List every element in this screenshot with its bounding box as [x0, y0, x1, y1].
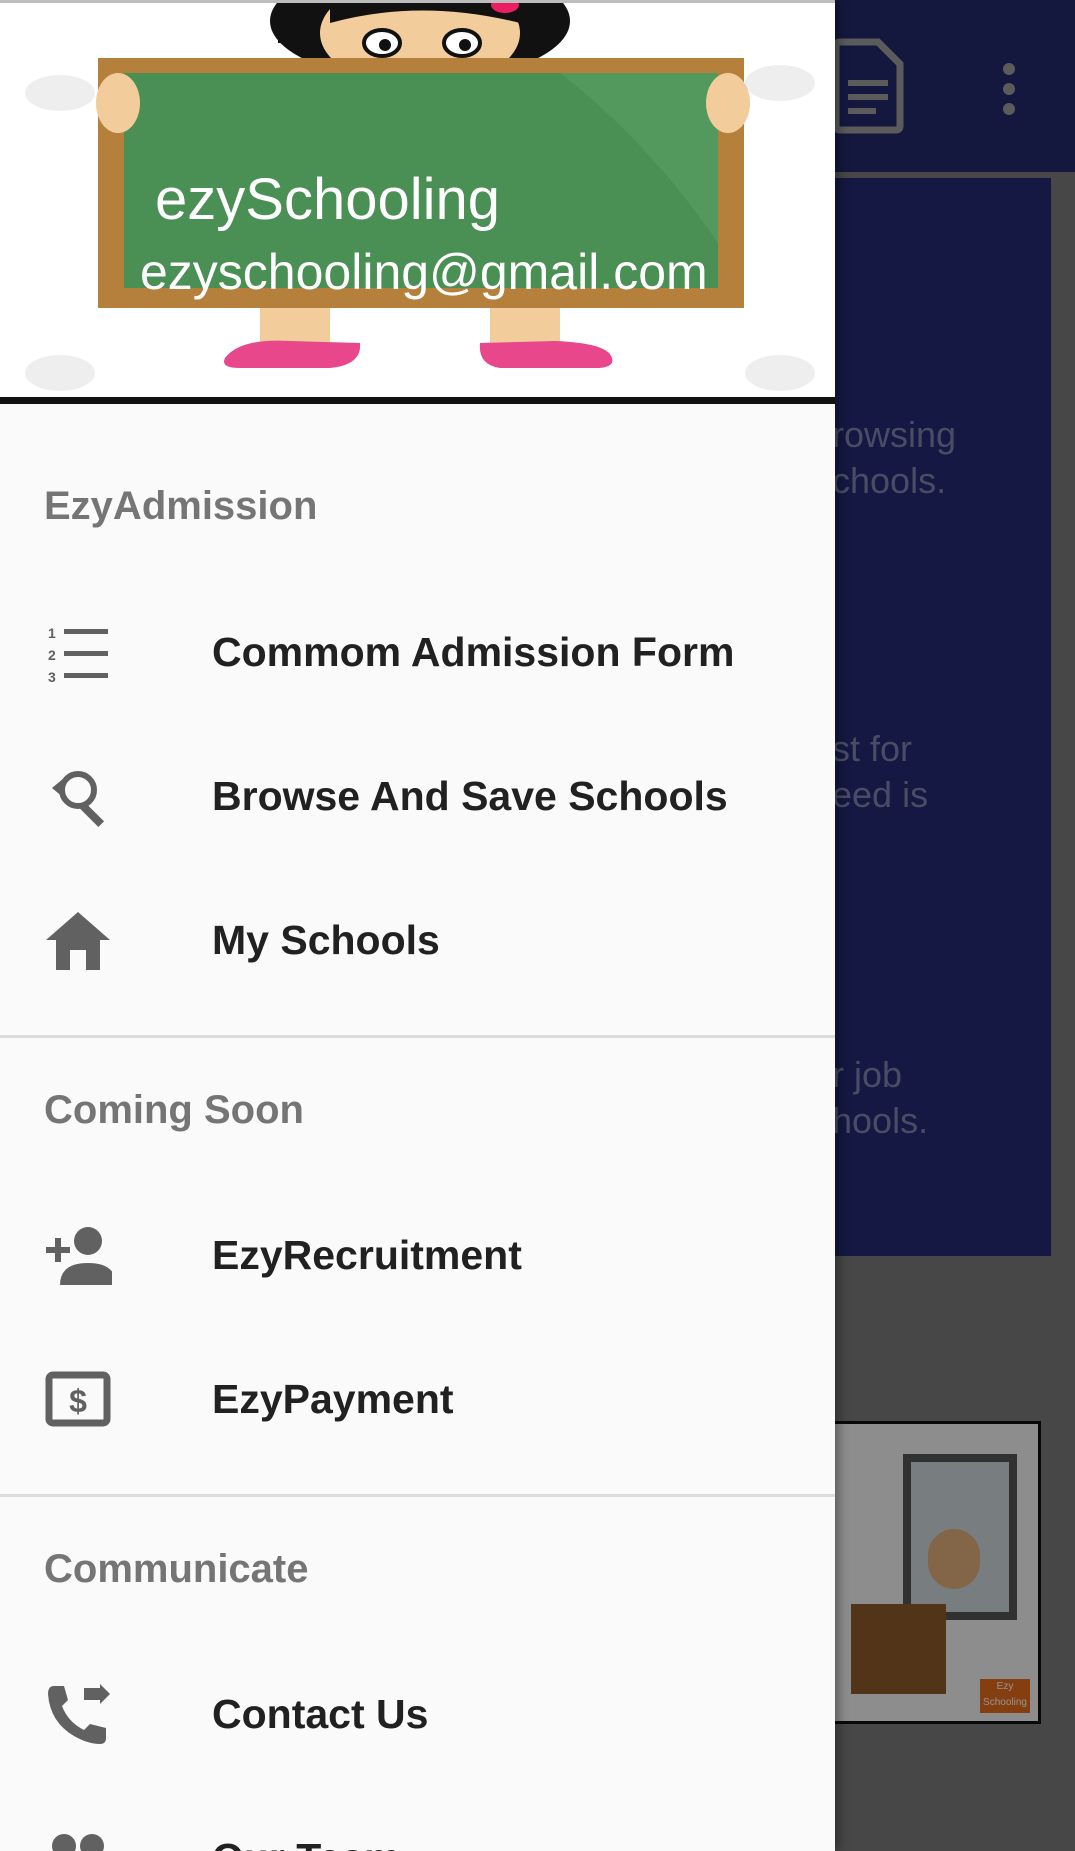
drawer-header[interactable]: ezySchooling ezyschooling@gmail.com: [0, 0, 835, 404]
svg-text:1: 1: [48, 625, 56, 641]
svg-text:2: 2: [48, 647, 56, 663]
user-email: ezyschooling@gmail.com: [140, 244, 708, 300]
nav-item-label: My Schools: [212, 917, 440, 963]
nav-item-ezypayment[interactable]: $ EzyPayment: [0, 1327, 835, 1471]
nav-item-contact-us[interactable]: Contact Us: [0, 1642, 835, 1786]
section-title-coming-soon: Coming Soon: [44, 1088, 304, 1132]
section-title-communicate: Communicate: [44, 1547, 309, 1591]
nav-item-label: EzyRecruitment: [212, 1232, 522, 1278]
navigation-drawer: ezySchooling ezyschooling@gmail.com EzyA…: [0, 0, 835, 1851]
nav-item-common-admission-form[interactable]: 1 2 3 Commom Admission Form: [0, 580, 835, 724]
search-refresh-icon: [52, 771, 105, 828]
group-icon: [52, 1834, 104, 1851]
nav-item-ezyrecruitment[interactable]: EzyRecruitment: [0, 1183, 835, 1327]
nav-item-browse-and-save-schools[interactable]: Browse And Save Schools: [0, 724, 835, 868]
section-divider: [0, 1494, 835, 1497]
numbered-list-icon: 1 2 3: [48, 625, 108, 684]
nav-item-label: Our Team: [212, 1786, 400, 1851]
person-add-icon: [46, 1227, 112, 1285]
nav-item-my-schools[interactable]: My Schools: [0, 868, 835, 1012]
nav-item-our-team[interactable]: Our Team: [0, 1786, 835, 1851]
phone-forward-icon: [48, 1684, 110, 1744]
svg-text:3: 3: [48, 669, 56, 684]
user-name: ezySchooling: [155, 167, 500, 232]
svg-text:$: $: [69, 1383, 87, 1419]
nav-item-label: Commom Admission Form: [212, 629, 735, 675]
section-title-ezyadmission: EzyAdmission: [44, 484, 318, 528]
section-divider: [0, 1035, 835, 1038]
nav-item-label: Browse And Save Schools: [212, 773, 728, 819]
nav-item-label: EzyPayment: [212, 1376, 454, 1422]
money-bill-icon: $: [45, 1371, 111, 1427]
nav-item-label: Contact Us: [212, 1691, 429, 1737]
home-icon: [46, 912, 110, 970]
